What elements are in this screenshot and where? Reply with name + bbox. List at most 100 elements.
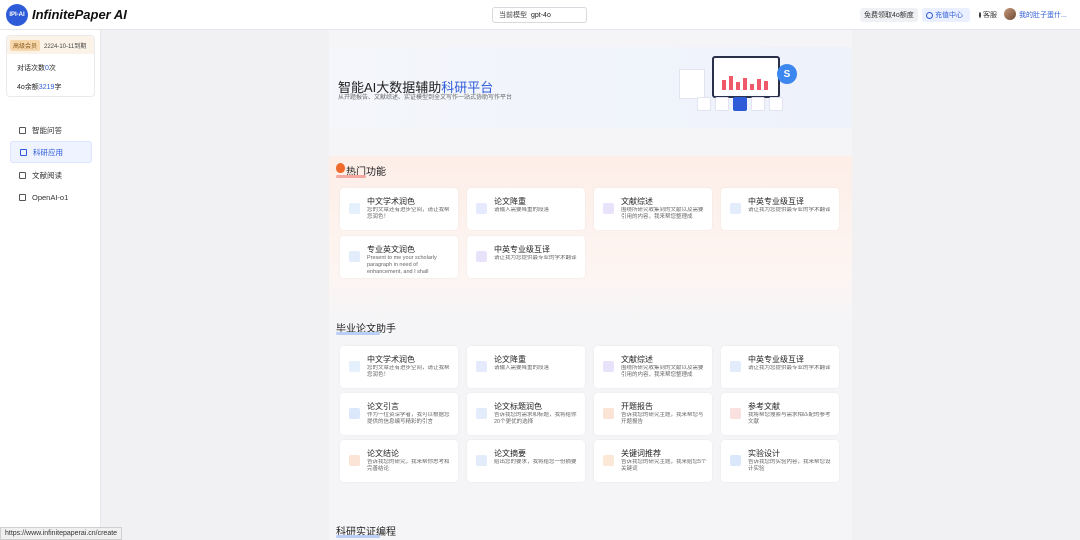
- card-desc: 围绕所研究收集到的文献以及需要引用的内容，我来帮您整理成: [621, 365, 704, 378]
- card-title: 论文结论: [367, 449, 399, 458]
- translate-icon: [349, 203, 360, 214]
- member-row: 高级会员 2224-10-11到期: [7, 36, 94, 54]
- hero-banner: 智能AI大数据辅助科研平台 从开题报告、文献综述、实证模型到全文写作一站式协助写…: [329, 47, 852, 128]
- card-desc: 请让我为您提供最专业的学术翻译: [748, 207, 831, 213]
- recharge-icon: [926, 11, 933, 19]
- model-value: gpt-4o: [531, 11, 551, 19]
- references-icon: [730, 408, 741, 419]
- card-desc: 给出您的要求，我将给您一份摘要: [494, 459, 577, 465]
- nav-item-smart-qa[interactable]: 智能问答: [10, 119, 92, 141]
- nav-item-literature-reading[interactable]: 文献阅读: [10, 164, 92, 186]
- free-quota-button[interactable]: 免费领取4o额度: [860, 8, 918, 22]
- card-introduction[interactable]: 论文引言 作为一位资深学者，我可以根据您提供的信息编写精彩的引言: [340, 393, 458, 435]
- card-desc: 告诉我您的需求和标题，我将给你20个更优的选择: [494, 412, 577, 425]
- status-bar-url: https://www.infinitepaperai.cn/create: [0, 527, 123, 540]
- quota-4o-balance: 4o余额3219字: [17, 82, 61, 92]
- card-keywords[interactable]: 关键词推荐 告诉我您的研究主题，我来给您5个关键词: [594, 440, 712, 482]
- card-rewrite[interactable]: 论文降重 请输入需要降重的段落: [467, 346, 585, 388]
- card-title: 中英专业级互译: [494, 245, 550, 254]
- card-literature-review[interactable]: 文献综述 围绕所研究收集到的文献以及需要引用的内容，我来帮您整理成: [594, 188, 712, 230]
- model-label: 当前模型: [499, 12, 527, 19]
- conclusion-icon: [349, 455, 360, 466]
- card-abstract[interactable]: 论文摘要 给出您的要求，我将给您一份摘要: [467, 440, 585, 482]
- model-select[interactable]: 当前模型 gpt-4o: [492, 7, 587, 23]
- card-desc: 告诉我您的研究主题，我来给您5个关键词: [621, 459, 707, 472]
- nav-item-openai-o1[interactable]: OpenAI-o1: [10, 186, 92, 208]
- card-desc: 告诉我您的实验内容，我来帮您设计实验: [748, 459, 831, 472]
- recharge-button[interactable]: 充值中心: [922, 8, 970, 22]
- fire-icon: [336, 163, 345, 173]
- card-translation-2[interactable]: 中英专业级互译 请让我为您提供最专业的学术翻译: [467, 236, 585, 278]
- translation-icon: [476, 251, 487, 262]
- card-proposal[interactable]: 开题报告 告诉我您的研究主题，我来帮您写开题报告: [594, 393, 712, 435]
- card-title: 中英专业级互译: [748, 197, 804, 206]
- quota-label: 4o余额: [17, 84, 39, 91]
- card-title: 文献综述: [621, 355, 653, 364]
- card-title: 文献综述: [621, 197, 653, 206]
- card-conclusion[interactable]: 论文结论 告诉我您的研究，我来帮你思考和完善结论: [340, 440, 458, 482]
- rewrite-icon: [476, 361, 487, 372]
- abstract-icon: [476, 455, 487, 466]
- card-literature-review[interactable]: 文献综述 围绕所研究收集到的文献以及需要引用的内容，我来帮您整理成: [594, 346, 712, 388]
- experiment-icon: [730, 455, 741, 466]
- quota-unit: 次: [48, 65, 56, 72]
- quota-chat-count: 对话次数0次: [17, 63, 56, 73]
- proposal-icon: [603, 408, 614, 419]
- card-title: 实验设计: [748, 449, 780, 458]
- main-content: 智能AI大数据辅助科研平台 从开题报告、文献综述、实证模型到全文写作一站式协助写…: [101, 30, 1080, 540]
- banner-subtitle: 从开题报告、文献综述、实证模型到全文写作一站式协助写作平台: [338, 95, 513, 101]
- card-desc: 请输入需要降重的段落: [494, 207, 550, 213]
- nav-label: 智能问答: [32, 125, 62, 135]
- programming-section-underline: [336, 535, 380, 538]
- nav-label: 科研应用: [33, 147, 63, 157]
- card-title: 中文学术润色: [367, 197, 415, 206]
- card-desc: 您的文章还有进步空间，请让我帮您润色！: [367, 365, 450, 378]
- card-references[interactable]: 参考文献 我将帮您搜索与需求相匹配的参考文献: [721, 393, 839, 435]
- member-badge: 高级会员: [10, 40, 41, 51]
- window-icon: [19, 193, 26, 201]
- logo[interactable]: IPI-AI: [6, 4, 28, 26]
- translation-icon: [730, 361, 741, 372]
- card-desc: 告诉我您的研究，我来帮你思考和完善结论: [367, 459, 450, 472]
- user-name[interactable]: 我的肚子蛋什...: [1019, 10, 1067, 20]
- card-title: 论文降重: [494, 355, 526, 364]
- card-title: 参考文献: [748, 402, 780, 411]
- service-label: 客服: [983, 12, 997, 19]
- card-title: 开题报告: [621, 402, 653, 411]
- card-rewrite[interactable]: 论文降重 请输入需要降重的段落: [467, 188, 585, 230]
- document-icon: [20, 148, 27, 156]
- card-desc: 告诉我您的研究主题，我来帮您写开题报告: [621, 412, 704, 425]
- title-icon: [476, 408, 487, 419]
- card-chinese-polish[interactable]: 中文学术润色 您的文章还有进步空间，请让我帮您润色！: [340, 346, 458, 388]
- card-translation[interactable]: 中英专业级互译 请让我为您提供最专业的学术翻译: [721, 188, 839, 230]
- keywords-icon: [603, 455, 614, 466]
- card-desc: 请让我为您提供最专业的学术翻译: [748, 365, 831, 371]
- monitor-illustration: [712, 56, 780, 98]
- card-title: 论文标题润色: [494, 402, 542, 411]
- card-desc: 您的文章还有进步空间，请让我帮您润色！: [367, 207, 450, 220]
- coin-illustration: S: [777, 64, 797, 84]
- card-title: 中文学术润色: [367, 355, 415, 364]
- card-title-polish[interactable]: 论文标题润色 告诉我您的需求和标题，我将给你20个更优的选择: [467, 393, 585, 435]
- top-header: IPI-AI InfinitePaper AI 当前模型 gpt-4o 免费领取…: [0, 0, 1080, 30]
- rewrite-icon: [476, 203, 487, 214]
- book-icon: [19, 171, 26, 179]
- card-title: 专业英文润色: [367, 245, 415, 254]
- avatar[interactable]: [1004, 8, 1016, 20]
- card-desc: 作为一位资深学者，我可以根据您提供的信息编写精彩的引言: [367, 412, 450, 425]
- card-chinese-polish[interactable]: 中文学术润色 您的文章还有进步空间，请让我帮您润色！: [340, 188, 458, 230]
- nav-item-research-apps[interactable]: 科研应用: [10, 141, 92, 163]
- english-icon: [349, 251, 360, 262]
- thesis-section-underline: [336, 332, 380, 335]
- card-desc: 请让我为您提供最专业的学术翻译: [494, 255, 577, 261]
- review-icon: [603, 203, 614, 214]
- document-illustration: [679, 69, 705, 99]
- headset-icon: [979, 12, 981, 18]
- service-button[interactable]: 客服: [975, 8, 1001, 22]
- card-title: 论文引言: [367, 402, 399, 411]
- card-experiment-design[interactable]: 实验设计 告诉我您的实验内容，我来帮您设计实验: [721, 440, 839, 482]
- recharge-label: 充值中心: [935, 12, 963, 19]
- card-translation[interactable]: 中英专业级互译 请让我为您提供最专业的学术翻译: [721, 346, 839, 388]
- card-title: 论文降重: [494, 197, 526, 206]
- card-english-polish[interactable]: 专业英文润色 Present to me your scholarly para…: [340, 236, 458, 278]
